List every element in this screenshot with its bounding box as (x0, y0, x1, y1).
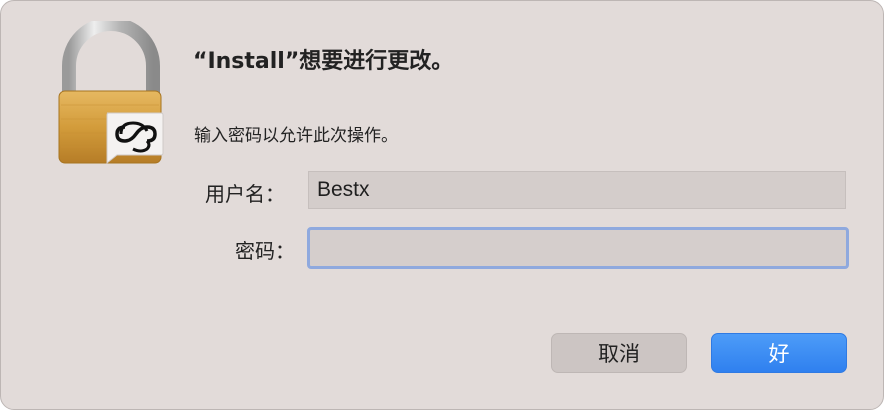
password-field[interactable] (307, 227, 849, 269)
username-label: 用户名： (205, 182, 285, 206)
creative-cloud-icon (106, 112, 164, 165)
ok-button[interactable]: 好 (711, 333, 847, 373)
cancel-button[interactable]: 取消 (551, 333, 687, 373)
password-label: 密码： (235, 239, 295, 263)
username-field[interactable]: Bestx (308, 171, 846, 209)
dialog-message: 输入密码以允许此次操作。 (194, 126, 398, 146)
dialog-title: “Install”想要进行更改。 (193, 49, 454, 74)
authentication-dialog: “Install”想要进行更改。 输入密码以允许此次操作。 用户名： Bestx… (0, 0, 884, 410)
